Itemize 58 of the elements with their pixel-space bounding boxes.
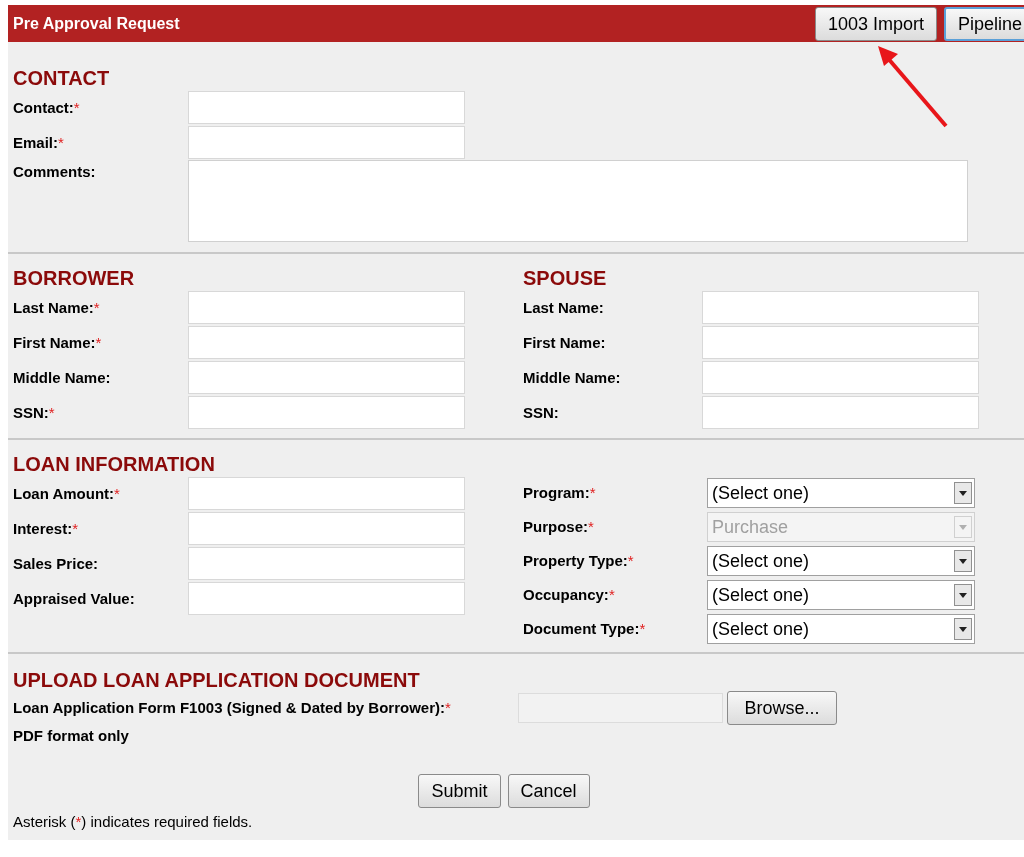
input-field[interactable]: [188, 326, 465, 359]
field-label: Last Name:*: [13, 298, 100, 316]
field-label: Program:*: [523, 484, 596, 501]
format-note: PDF format only: [13, 727, 129, 744]
input-field[interactable]: [702, 326, 979, 359]
field-label: Interest:*: [13, 519, 79, 537]
field-label: Document Type:*: [523, 620, 646, 637]
header-button[interactable]: 1003 Import: [815, 7, 937, 41]
action-button[interactable]: Cancel: [507, 774, 590, 808]
field-label: Loan Application Form F1003 (Signed & Dated by Borrower):*: [13, 699, 451, 716]
action-button[interactable]: Browse...: [727, 691, 837, 725]
caret-icon: [954, 482, 972, 504]
caret-icon: [954, 516, 972, 538]
select-field[interactable]: (Select one): [707, 478, 975, 508]
action-button[interactable]: Submit: [418, 774, 501, 808]
field-label: Middle Name:: [13, 368, 111, 386]
select-field[interactable]: (Select one): [707, 580, 975, 610]
input-field[interactable]: [188, 91, 465, 124]
caret-icon: [954, 618, 972, 640]
input-field[interactable]: [188, 477, 465, 510]
field-label: SSN:: [523, 403, 559, 421]
input-field[interactable]: [188, 361, 465, 394]
section-heading: LOAN INFORMATION: [12, 452, 216, 476]
caret-icon: [954, 584, 972, 606]
select-field[interactable]: (Select one): [707, 546, 975, 576]
page-title: Pre Approval Request: [13, 13, 180, 34]
caret-icon: [954, 550, 972, 572]
header-button[interactable]: Pipeline: [944, 7, 1024, 41]
input-field[interactable]: [702, 396, 979, 429]
field-label: Occupancy:*: [523, 586, 615, 603]
field-label: Last Name:: [523, 298, 604, 316]
input-field[interactable]: [188, 582, 465, 615]
input-field[interactable]: [188, 547, 465, 580]
input-field[interactable]: [188, 291, 465, 324]
select-field[interactable]: (Select one): [707, 614, 975, 644]
field-label: Email:*: [13, 133, 64, 151]
input-field[interactable]: [702, 361, 979, 394]
input-field[interactable]: [188, 126, 465, 159]
field-label: Comments:: [13, 163, 96, 180]
section-heading: CONTACT: [12, 66, 111, 90]
field-label: Middle Name:: [523, 368, 621, 386]
field-label: Purpose:*: [523, 518, 594, 535]
section-heading: SPOUSE: [522, 266, 608, 290]
field-label: SSN:*: [13, 403, 55, 421]
field-label: Sales Price:: [13, 554, 99, 572]
comments-field[interactable]: [188, 160, 968, 242]
required-note: Asterisk (*) indicates required fields.: [13, 813, 253, 830]
section-heading: BORROWER: [12, 266, 136, 290]
input-field[interactable]: [188, 396, 465, 429]
field-label: Loan Amount:*: [13, 484, 120, 502]
field-label: First Name:*: [13, 333, 102, 351]
input-field[interactable]: [188, 512, 465, 545]
section-heading: UPLOAD LOAN APPLICATION DOCUMENT: [12, 668, 421, 692]
input-field[interactable]: [702, 291, 979, 324]
field-label: Appraised Value:: [13, 589, 135, 607]
field-label: Property Type:*: [523, 552, 634, 569]
field-label: Contact:*: [13, 98, 80, 116]
field-label: First Name:: [523, 333, 606, 351]
